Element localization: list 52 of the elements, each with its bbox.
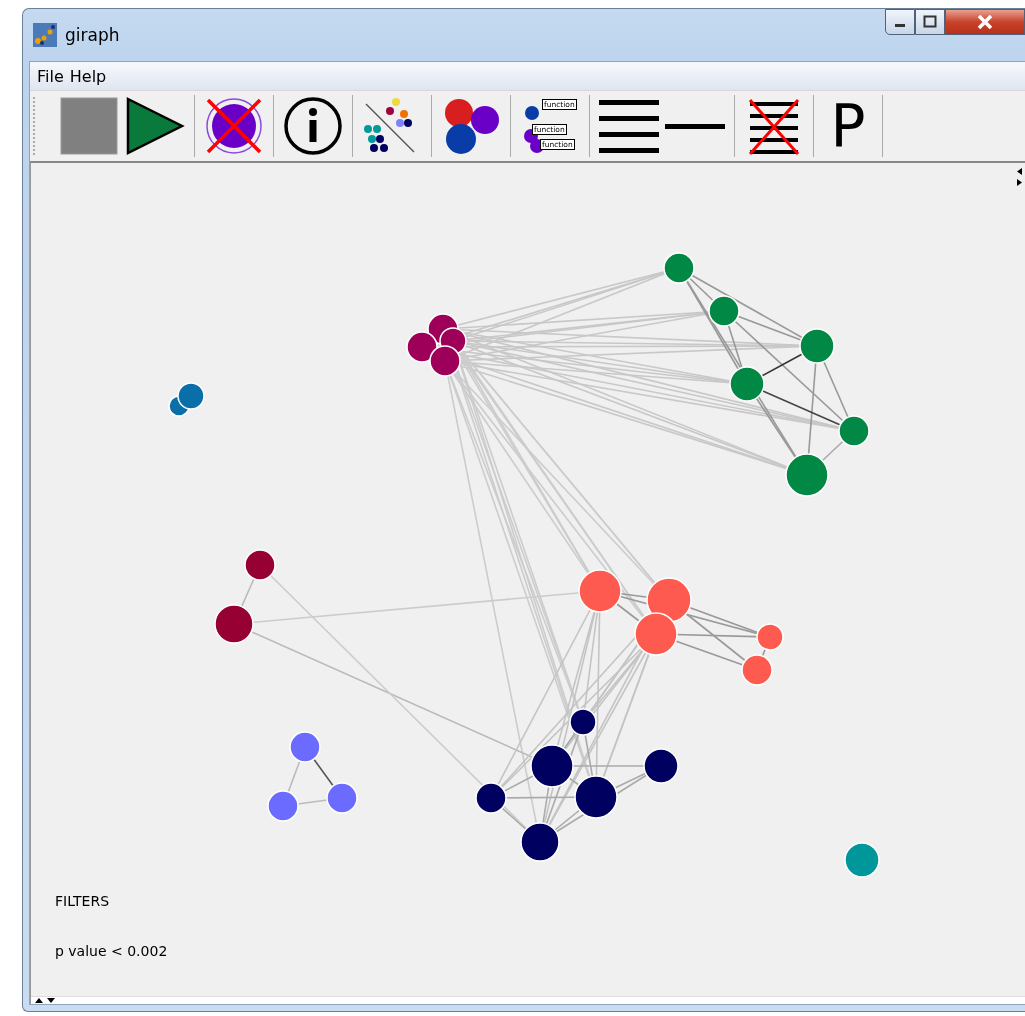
p-button[interactable]: P bbox=[823, 96, 873, 156]
horizontal-scrollbar[interactable] bbox=[31, 996, 1025, 1004]
filter-text: p value < 0.002 bbox=[55, 943, 168, 959]
play-icon bbox=[125, 96, 185, 156]
maximize-button[interactable] bbox=[915, 9, 945, 35]
graph-node[interactable] bbox=[799, 328, 835, 364]
filters-heading: FILTERS bbox=[55, 893, 111, 909]
square-icon bbox=[59, 96, 119, 156]
play-button[interactable] bbox=[125, 96, 185, 156]
graph-node[interactable] bbox=[838, 415, 870, 447]
scroll-up-icon[interactable] bbox=[35, 998, 43, 1003]
graph-node[interactable] bbox=[729, 366, 765, 402]
graph-node[interactable] bbox=[177, 382, 205, 410]
scroll-right-icon[interactable] bbox=[1017, 179, 1022, 186]
graph-node[interactable] bbox=[214, 604, 254, 644]
graph-node[interactable] bbox=[574, 775, 618, 819]
graph-node[interactable] bbox=[267, 790, 299, 822]
graph-node[interactable] bbox=[569, 708, 597, 736]
maximize-icon bbox=[923, 15, 937, 28]
graph-node[interactable] bbox=[244, 549, 276, 581]
square-button[interactable] bbox=[59, 96, 119, 156]
graph-node[interactable] bbox=[708, 295, 740, 327]
graph-node[interactable] bbox=[756, 623, 784, 651]
app-icon bbox=[33, 23, 57, 47]
graph-node[interactable] bbox=[578, 569, 622, 613]
crossed-circle-button[interactable] bbox=[204, 96, 264, 156]
graph-node[interactable] bbox=[646, 577, 692, 623]
menu-item[interactable]: File bbox=[34, 66, 67, 86]
graph-node[interactable] bbox=[530, 744, 574, 788]
close-button[interactable] bbox=[945, 9, 1025, 35]
graph-node[interactable] bbox=[741, 654, 773, 686]
minimize-button[interactable] bbox=[885, 9, 915, 35]
graph-node[interactable] bbox=[475, 782, 507, 814]
graph-node[interactable] bbox=[844, 842, 880, 878]
graph-node[interactable] bbox=[429, 345, 461, 377]
info-button[interactable] bbox=[283, 96, 343, 156]
close-icon bbox=[977, 14, 993, 30]
menu-item[interactable]: Help bbox=[66, 66, 110, 86]
scroll-left-icon[interactable] bbox=[1017, 168, 1022, 175]
crossed-circle-icon bbox=[204, 96, 264, 156]
window-title: giraph bbox=[65, 25, 120, 45]
graph-node[interactable] bbox=[634, 612, 678, 656]
info-icon bbox=[283, 96, 343, 156]
graph-node[interactable] bbox=[785, 453, 829, 497]
minimize-icon bbox=[895, 24, 905, 27]
graph-node[interactable] bbox=[520, 822, 560, 862]
graph-node[interactable] bbox=[643, 748, 679, 784]
graph-node[interactable] bbox=[406, 331, 438, 363]
graph-node[interactable] bbox=[289, 731, 321, 763]
graph-node[interactable] bbox=[326, 782, 358, 814]
scroll-down-icon[interactable] bbox=[47, 998, 55, 1003]
graph-node[interactable] bbox=[663, 252, 695, 284]
